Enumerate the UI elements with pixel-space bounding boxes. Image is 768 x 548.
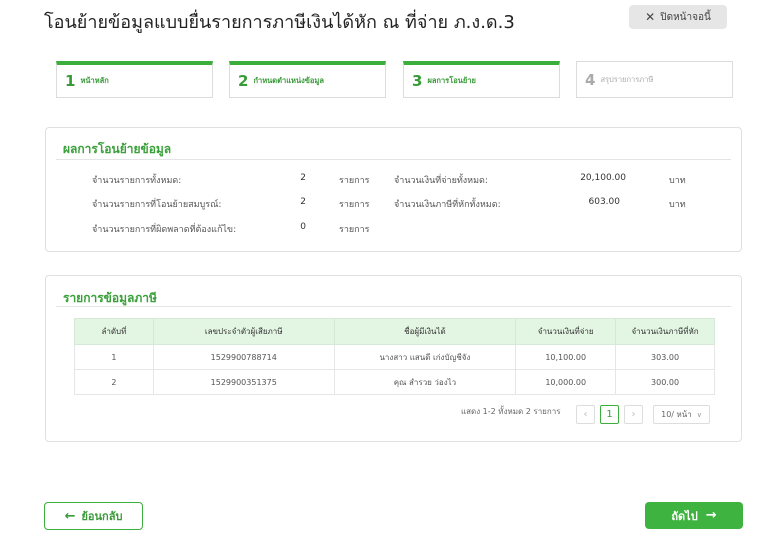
- step-label: ผลการโอนย้าย: [427, 76, 476, 85]
- next-label: ถัดไป: [671, 509, 698, 523]
- chevron-right-icon: ›: [631, 409, 636, 420]
- page-size-select[interactable]: 10/ หน้า ∨: [653, 405, 710, 424]
- table-row[interactable]: 1 1529900788714 นางสาว แสนดี เก่งบัญชีจั…: [74, 344, 715, 370]
- column-header[interactable]: ชื่อผู้มีเงินได้: [333, 318, 517, 345]
- table-cell: 1529900351375: [152, 369, 335, 395]
- page-title: โอนย้ายข้อมูลแบบยื่นรายการภาษีเงินได้หัก…: [44, 12, 515, 33]
- back-button[interactable]: ← ย้อนกลับ: [44, 502, 143, 530]
- arrow-right-icon: →: [705, 508, 717, 523]
- arrow-left-icon: ←: [64, 508, 76, 524]
- column-header[interactable]: จำนวนเงินภาษีที่หัก: [615, 318, 715, 345]
- step-2[interactable]: 2 กำหนดตำแหน่งข้อมูล: [229, 61, 386, 98]
- step-3[interactable]: 3 ผลการโอนย้าย: [403, 61, 560, 98]
- step-number: 2: [238, 72, 249, 90]
- close-page-label: ปิดหน้าจอนี้: [660, 11, 711, 23]
- transfer-result-title: ผลการโอนย้ายข้อมูล: [63, 142, 172, 156]
- page-size-value: 10/ หน้า: [661, 410, 692, 419]
- wizard-steps: 1 หน้าหลัก 2 กำหนดตำแหน่งข้อมูล 3 ผลการโ…: [56, 61, 733, 98]
- total-count-unit: รายการ: [339, 176, 370, 186]
- step-label: หน้าหลัก: [80, 76, 109, 85]
- column-header[interactable]: ลำดับที่: [74, 318, 154, 345]
- total-paid-label: จำนวนเงินที่จ่ายทั้งหมด:: [394, 176, 488, 186]
- column-header[interactable]: เลขประจำตัวผู้เสียภาษี: [152, 318, 335, 345]
- step-number: 1: [65, 72, 76, 90]
- error-count-unit: รายการ: [339, 225, 370, 235]
- pagination-summary: แสดง 1-2 ทั้งหมด 2 รายการ: [461, 407, 561, 416]
- tax-list-card: รายการข้อมูลภาษี ลำดับที่ เลขประจำตัวผู้…: [45, 275, 742, 442]
- error-count-value: 0: [300, 222, 306, 232]
- total-tax-label: จำนวนเงินภาษีที่หักทั้งหมด:: [394, 200, 501, 210]
- table-cell: คุณ สำรวย ว่องไว: [333, 369, 517, 395]
- back-label: ย้อนกลับ: [81, 510, 123, 523]
- step-label: สรุปรายการภาษี: [600, 74, 654, 84]
- total-tax-value: 603.00: [588, 197, 621, 207]
- transfer-result-card: ผลการโอนย้ายข้อมูล จำนวนรายการทั้งหมด: 2…: [45, 127, 742, 252]
- prev-page-button[interactable]: ‹: [576, 405, 595, 424]
- table-cell: 10,100.00: [515, 344, 617, 370]
- total-paid-value: 20,100.00: [580, 173, 626, 183]
- page-1-button[interactable]: 1: [600, 405, 619, 424]
- step-number: 3: [412, 72, 423, 90]
- step-label: กำหนดตำแหน่งข้อมูล: [253, 76, 324, 85]
- success-count-label: จำนวนรายการที่โอนย้ายสมบูรณ์:: [92, 200, 222, 210]
- next-page-button[interactable]: ›: [624, 405, 643, 424]
- error-count-label: จำนวนรายการที่ผิดพลาดที่ต้องแก้ไข:: [92, 225, 237, 235]
- tax-table: ลำดับที่ เลขประจำตัวผู้เสียภาษี ชื่อผู้ม…: [74, 318, 715, 395]
- chevron-down-icon: ∨: [696, 410, 702, 419]
- step-4: 4 สรุปรายการภาษี: [576, 61, 733, 98]
- chevron-left-icon: ‹: [583, 409, 588, 420]
- column-header[interactable]: จำนวนเงินที่จ่าย: [515, 318, 617, 345]
- table-cell: 2: [74, 369, 154, 395]
- total-paid-unit: บาท: [669, 176, 686, 186]
- table-cell: 1: [74, 344, 154, 370]
- table-cell: นางสาว แสนดี เก่งบัญชีจัง: [333, 344, 517, 370]
- table-cell: 10,000.00: [515, 369, 617, 395]
- divider: [56, 159, 731, 160]
- step-1[interactable]: 1 หน้าหลัก: [56, 61, 213, 98]
- total-count-label: จำนวนรายการทั้งหมด:: [92, 176, 182, 186]
- success-count-unit: รายการ: [339, 200, 370, 210]
- total-tax-unit: บาท: [669, 200, 686, 210]
- total-count-value: 2: [300, 173, 306, 183]
- close-page-button[interactable]: ✕ ปิดหน้าจอนี้: [629, 5, 727, 29]
- success-count-value: 2: [300, 197, 306, 207]
- table-cell: 300.00: [615, 369, 715, 395]
- table-header-row: ลำดับที่ เลขประจำตัวผู้เสียภาษี ชื่อผู้ม…: [74, 318, 715, 345]
- table-cell: 303.00: [615, 344, 715, 370]
- close-icon: ✕: [645, 10, 656, 24]
- divider: [56, 306, 731, 307]
- table-cell: 1529900788714: [152, 344, 335, 370]
- table-row[interactable]: 2 1529900351375 คุณ สำรวย ว่องไว 10,000.…: [74, 369, 715, 395]
- next-button[interactable]: ถัดไป →: [645, 502, 743, 529]
- step-number: 4: [585, 70, 596, 89]
